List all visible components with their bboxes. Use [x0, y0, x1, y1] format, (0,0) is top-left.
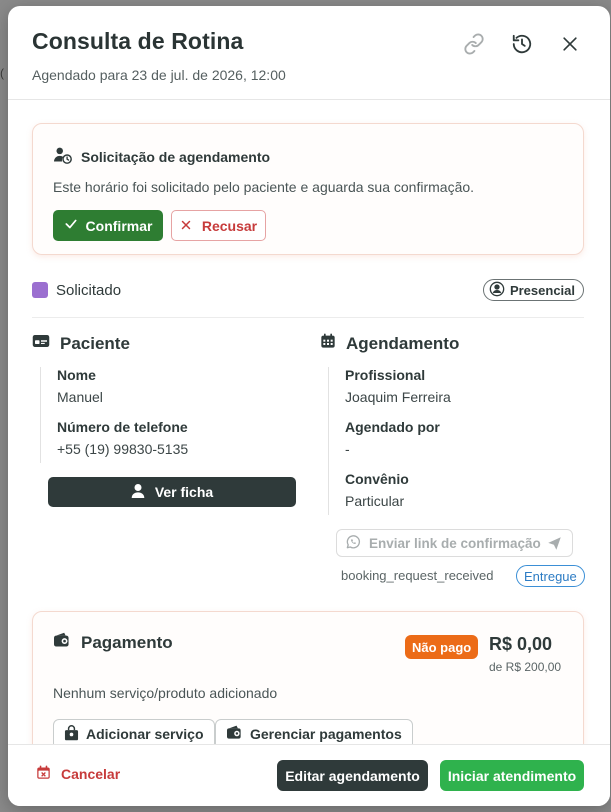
status-label: Solicitado — [56, 282, 122, 299]
edit-appointment-button[interactable]: Editar agendamento — [277, 760, 428, 791]
schedule-header: Agendamento — [320, 333, 584, 354]
calendar-icon — [320, 333, 336, 354]
section-divider — [32, 317, 584, 318]
start-appointment-button[interactable]: Iniciar atendimento — [440, 760, 584, 791]
person-icon — [489, 281, 505, 300]
history-icon[interactable] — [510, 32, 534, 56]
payment-amount: R$ 0,00 — [489, 634, 553, 654]
check-icon — [64, 217, 78, 234]
payment-status-badge: Não pago — [405, 635, 479, 659]
scheduled-by-value: - — [345, 441, 350, 457]
schedule-title: Agendamento — [346, 333, 460, 353]
schedule-fields: Profissional Joaquim Ferreira Agendado p… — [328, 367, 578, 515]
modal-body[interactable]: Solicitação de agendamento Este horário … — [8, 101, 610, 744]
header-actions — [462, 32, 582, 56]
user-clock-icon — [53, 146, 73, 167]
payment-total: de R$ 200,00 — [489, 660, 562, 674]
send-confirmation-link-label: Enviar link de confirmação — [369, 535, 541, 551]
manage-payments-button[interactable]: Gerenciar pagamentos — [215, 719, 413, 744]
professional-name: Joaquim Ferreira — [345, 389, 451, 405]
refuse-button[interactable]: Recusar — [171, 210, 266, 241]
manage-payments-label: Gerenciar pagamentos — [250, 726, 402, 742]
modal-subtitle: Agendado para 23 de jul. de 2026, 12:00 — [32, 67, 286, 83]
insurance-label: Convênio — [345, 471, 409, 487]
confirm-label: Confirmar — [85, 217, 153, 234]
patient-phone: +55 (19) 99830-5135 — [57, 441, 189, 457]
whatsapp-icon — [345, 534, 361, 553]
modality-badge: Presencial — [482, 279, 584, 301]
scheduled-by-label: Agendado por — [345, 419, 440, 435]
view-record-button[interactable]: Ver ficha — [48, 477, 296, 507]
booking-request-text: Este horário foi solicitado pelo pacient… — [53, 179, 475, 195]
message-status-code: booking_request_received — [341, 568, 494, 583]
modality-label: Presencial — [509, 282, 575, 298]
payment-empty-text: Nenhum serviço/produto adicionado — [53, 685, 278, 701]
id-card-icon — [32, 333, 50, 354]
patient-title: Paciente — [60, 333, 130, 353]
modal-footer: Cancelar Editar agendamento Iniciar aten… — [8, 744, 610, 806]
link-icon[interactable] — [462, 32, 486, 56]
patient-header: Paciente — [32, 333, 302, 354]
delivered-badge: Entregue — [516, 565, 585, 587]
view-record-label: Ver ficha — [154, 484, 214, 500]
confirm-button[interactable]: Confirmar — [53, 210, 163, 241]
insurance-value: Particular — [345, 493, 405, 509]
refuse-label: Recusar — [201, 217, 258, 234]
patient-name: Manuel — [57, 389, 103, 405]
booking-request-title: Solicitação de agendamento — [81, 148, 271, 165]
send-icon — [547, 536, 562, 554]
patient-fields: Nome Manuel Número de telefone +55 (19) … — [40, 367, 290, 463]
payment-title: Pagamento — [81, 632, 173, 652]
name-label: Nome — [57, 367, 96, 383]
add-service-button[interactable]: Adicionar serviço — [53, 719, 215, 744]
status-row: Solicitado Presencial — [32, 279, 584, 303]
add-service-label: Adicionar serviço — [86, 726, 204, 742]
modal-header: Consulta de Rotina Agendado para 23 de j… — [8, 6, 610, 100]
close-icon[interactable] — [558, 32, 582, 56]
schedule-section: Agendamento — [320, 333, 584, 354]
send-confirmation-link-button[interactable]: Enviar link de confirmação — [336, 529, 573, 557]
wallet-icon — [53, 632, 71, 653]
cancel-appointment-button[interactable]: Cancelar — [36, 765, 120, 783]
booking-request-card: Solicitação de agendamento Este horário … — [32, 123, 584, 255]
booking-request-header: Solicitação de agendamento — [53, 146, 270, 167]
wallet-icon — [226, 725, 243, 743]
appointment-modal: Consulta de Rotina Agendado para 23 de j… — [8, 6, 610, 806]
status-color-swatch — [32, 282, 48, 298]
phone-label: Número de telefone — [57, 419, 188, 435]
cancel-label: Cancelar — [61, 766, 121, 782]
payment-header: Pagamento — [53, 632, 173, 653]
professional-label: Profissional — [345, 367, 426, 383]
payment-card: Pagamento Não pago R$ 0,00 de R$ 200,00 … — [32, 611, 584, 744]
backdrop-fragment: ( — [0, 66, 4, 80]
user-icon — [131, 483, 145, 502]
calendar-x-icon — [36, 765, 51, 783]
bag-icon — [64, 724, 79, 744]
patient-section: Paciente — [32, 333, 302, 354]
x-icon — [180, 218, 192, 234]
